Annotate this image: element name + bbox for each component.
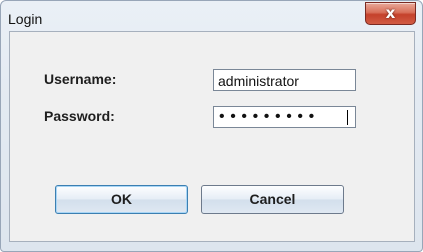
password-label: Password: [44, 108, 115, 124]
close-button[interactable]: x [365, 2, 416, 25]
cancel-button[interactable]: Cancel [201, 185, 344, 214]
password-field[interactable]: ••••••••• [213, 106, 356, 128]
ok-button[interactable]: OK [55, 185, 188, 214]
username-label: Username: [44, 71, 117, 87]
password-mask: ••••••••• [219, 108, 320, 125]
username-field[interactable]: administrator [213, 69, 356, 91]
login-form-panel: Username: administrator Password: ••••••… [9, 31, 415, 242]
title-bar[interactable]: Login x [1, 1, 422, 31]
text-caret [347, 110, 348, 125]
login-dialog: Login x Username: administrator Password… [0, 0, 423, 252]
close-icon: x [385, 4, 396, 22]
window-title: Login [8, 11, 43, 27]
